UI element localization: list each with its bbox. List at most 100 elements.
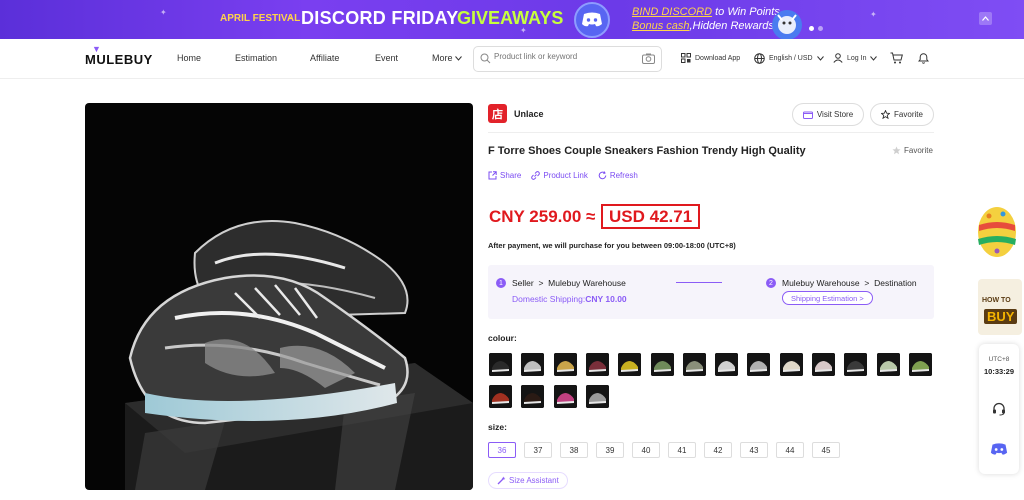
colour-swatch[interactable] bbox=[779, 353, 803, 376]
bind-discord-link[interactable]: BIND DISCORD bbox=[632, 6, 712, 18]
chevron-up-icon bbox=[982, 16, 989, 21]
step-number: 1 bbox=[496, 278, 506, 288]
globe-icon bbox=[754, 53, 765, 64]
link-icon bbox=[531, 171, 541, 180]
howto-bottom-text: BUY bbox=[984, 309, 1018, 324]
nav-home[interactable]: Home bbox=[177, 53, 201, 63]
how-to-buy-banner[interactable]: HOW TO BUY bbox=[978, 279, 1022, 335]
top-nav: ▼ MULEBUY Home Estimation Affiliate Even… bbox=[0, 39, 1024, 79]
side-panel: UTC+8 10:33:29 bbox=[979, 344, 1019, 474]
domestic-shipping: Domestic Shipping:CNY 10.00 bbox=[512, 294, 627, 304]
howto-top-text: HOW TO bbox=[982, 297, 1011, 304]
qr-code-icon bbox=[681, 53, 691, 63]
collapse-banner-button[interactable] bbox=[979, 12, 992, 25]
size-assistant-button[interactable]: Size Assistant bbox=[488, 472, 568, 489]
colour-swatch[interactable] bbox=[844, 353, 868, 376]
shipping-estimation-button[interactable]: Shipping Estimation > bbox=[782, 291, 873, 305]
language-label: English / USD bbox=[769, 55, 813, 62]
cart-icon[interactable] bbox=[890, 52, 903, 64]
colour-swatch[interactable] bbox=[682, 353, 706, 376]
price-cny: CNY 259.00 ≈ bbox=[489, 207, 596, 226]
easter-egg-promo[interactable] bbox=[975, 201, 1019, 259]
colour-swatch[interactable] bbox=[585, 353, 609, 376]
headset-icon[interactable] bbox=[992, 402, 1006, 416]
colour-swatch[interactable] bbox=[553, 353, 577, 376]
sparkle-icon: ✦ bbox=[160, 8, 167, 17]
sparkle-icon: ✦ bbox=[870, 10, 877, 19]
size-option[interactable]: 44 bbox=[776, 442, 804, 458]
product-title: F Torre Shoes Couple Sneakers Fashion Tr… bbox=[488, 145, 806, 157]
nav-estimation[interactable]: Estimation bbox=[235, 53, 277, 63]
discord-icon[interactable] bbox=[990, 443, 1008, 456]
language-selector[interactable]: English / USD bbox=[754, 53, 824, 64]
size-option[interactable]: 37 bbox=[524, 442, 552, 458]
colour-swatch[interactable] bbox=[715, 353, 739, 376]
carousel-dots[interactable] bbox=[809, 26, 823, 31]
product-link-button[interactable]: Product Link bbox=[531, 171, 588, 180]
colour-swatch[interactable] bbox=[618, 353, 642, 376]
user-icon bbox=[833, 53, 843, 63]
easter-egg-icon bbox=[978, 207, 1016, 257]
size-option[interactable]: 40 bbox=[632, 442, 660, 458]
login-menu[interactable]: Log In bbox=[833, 53, 878, 63]
banner-bonus-text[interactable]: Bonus cash,Hidden Rewards bbox=[632, 20, 774, 32]
banner-dot: · bbox=[289, 12, 293, 23]
colour-swatch[interactable] bbox=[876, 353, 900, 376]
bonus-cash-link[interactable]: Bonus cash bbox=[632, 20, 689, 32]
size-option[interactable]: 39 bbox=[596, 442, 624, 458]
price-usd: USD 42.71 bbox=[601, 204, 701, 229]
mulebuy-logo[interactable]: ▼ MULEBUY bbox=[85, 44, 153, 67]
chevron-down-icon bbox=[816, 56, 824, 61]
purchase-hours-note: After payment, we will purchase for you … bbox=[488, 241, 736, 250]
step1-route: Seller > Mulebuy Warehouse bbox=[512, 278, 626, 288]
banner-headline: DISCORD FRIDAY bbox=[301, 8, 459, 28]
nav-event[interactable]: Event bbox=[375, 53, 398, 63]
size-option[interactable]: 41 bbox=[668, 442, 696, 458]
colour-swatch[interactable] bbox=[489, 353, 512, 376]
colour-swatch[interactable] bbox=[585, 385, 609, 408]
product-actions: Share Product Link Refresh bbox=[488, 171, 638, 180]
size-label: size: bbox=[488, 422, 507, 432]
favorite-product-button[interactable]: Favorite bbox=[892, 146, 933, 155]
download-label: Download App bbox=[695, 54, 741, 62]
share-button[interactable]: Share bbox=[488, 171, 521, 180]
colour-swatch[interactable] bbox=[553, 385, 577, 408]
colour-swatch[interactable] bbox=[747, 353, 771, 376]
colour-swatch[interactable] bbox=[812, 353, 835, 376]
colour-swatch[interactable] bbox=[521, 353, 545, 376]
search-input[interactable] bbox=[494, 52, 634, 61]
chevron-down-icon bbox=[870, 55, 878, 61]
nav-affiliate[interactable]: Affiliate bbox=[310, 53, 339, 63]
carousel-dot[interactable] bbox=[818, 26, 823, 31]
product-image[interactable] bbox=[85, 103, 473, 490]
carousel-dot[interactable] bbox=[809, 26, 814, 31]
camera-icon bbox=[642, 53, 655, 64]
search-icon bbox=[480, 53, 491, 64]
size-option[interactable]: 38 bbox=[560, 442, 588, 458]
colour-swatch[interactable] bbox=[908, 353, 932, 376]
magic-wand-icon bbox=[497, 476, 506, 485]
nav-more[interactable]: More bbox=[432, 53, 462, 63]
shipping-flow: 1 Seller > Mulebuy Warehouse Domestic Sh… bbox=[488, 265, 934, 319]
search-box[interactable] bbox=[473, 46, 662, 72]
size-option[interactable]: 45 bbox=[812, 442, 840, 458]
star-icon bbox=[892, 146, 901, 155]
visit-store-button[interactable]: Visit Store bbox=[792, 103, 864, 126]
promo-banner[interactable]: ✦ ✦ ✦ APRIL FESTIVAL · DISCORD FRIDAY GI… bbox=[0, 0, 1024, 39]
size-option[interactable]: 43 bbox=[740, 442, 768, 458]
refresh-button[interactable]: Refresh bbox=[598, 171, 638, 180]
size-option[interactable]: 42 bbox=[704, 442, 732, 458]
utc-clock: 10:33:29 bbox=[983, 367, 1015, 376]
favorite-store-button[interactable]: Favorite bbox=[870, 103, 934, 126]
store-name[interactable]: Unlace bbox=[514, 109, 544, 119]
download-app[interactable]: Download App bbox=[681, 53, 740, 63]
colour-swatch[interactable] bbox=[650, 353, 674, 376]
colour-swatch[interactable] bbox=[489, 385, 512, 408]
step2-route: Mulebuy Warehouse > Destination bbox=[782, 278, 917, 288]
size-option[interactable]: 36 bbox=[488, 442, 516, 458]
bell-icon[interactable] bbox=[918, 52, 929, 64]
banner-headline-accent: GIVEAWAYS bbox=[457, 8, 564, 28]
banner-bind-text[interactable]: BIND DISCORD to Win Points, bbox=[632, 6, 783, 18]
colour-swatch[interactable] bbox=[521, 385, 545, 408]
logo-mule-icon: ▼ bbox=[92, 44, 102, 54]
